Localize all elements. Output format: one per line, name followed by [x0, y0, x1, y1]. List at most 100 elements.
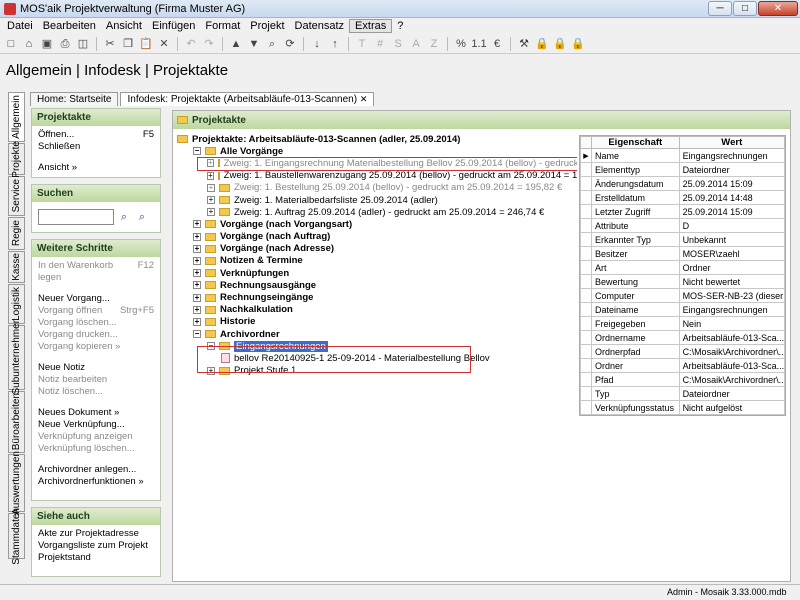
property-row[interactable]: Pfad C:\Mosaik\Archivordner\... [580, 372, 786, 387]
percent-icon[interactable]: % [453, 36, 469, 52]
sort-za-icon[interactable]: ↑ [327, 36, 343, 52]
oeffnen-link[interactable]: Öffnen... F5 [38, 129, 154, 141]
euro-icon[interactable]: € [489, 36, 505, 52]
expand-toggle-icon[interactable]: + [193, 269, 201, 278]
delete-icon[interactable]: ✕ [156, 36, 172, 52]
tree-node[interactable]: + Nachkalkulation [177, 304, 577, 316]
property-row[interactable]: Typ Dateiordner [580, 386, 786, 401]
lock-yellow-icon[interactable]: 🔒 [552, 36, 568, 52]
minimize-button[interactable]: ─ [708, 1, 732, 16]
undo-icon[interactable]: ↶ [183, 36, 199, 52]
menu-0[interactable]: Datei [2, 20, 38, 32]
ansicht-link[interactable]: Ansicht » [38, 162, 154, 174]
tree-node[interactable]: Projektakte: Arbeitsabläufe-013-Scannen … [177, 133, 577, 145]
menu-2[interactable]: Ansicht [101, 20, 147, 32]
property-row[interactable]: Erstelldatum 25.09.2014 14:48 [580, 190, 786, 205]
schritt-link[interactable]: Verknüpfung löschen... [38, 443, 154, 455]
schritt-link[interactable]: Vorgang drucken... [38, 329, 154, 341]
lock-red-icon[interactable]: 🔒 [570, 36, 586, 52]
schritt-link[interactable]: Vorgang kopieren » [38, 341, 154, 353]
schritt-link[interactable]: Neues Dokument » [38, 407, 154, 419]
new-icon[interactable]: □ [3, 36, 19, 52]
siehe-link[interactable]: Akte zur Projektadresse [38, 528, 154, 540]
open-icon[interactable]: ⌂ [21, 36, 37, 52]
lock-blue-icon[interactable]: 🔒 [534, 36, 550, 52]
expand-toggle-icon[interactable]: + [207, 171, 214, 180]
expand-toggle-icon[interactable]: + [207, 183, 215, 192]
expand-toggle-icon[interactable]: + [193, 293, 201, 302]
tree-node[interactable]: + Rechnungseingänge [177, 291, 577, 303]
find-icon[interactable]: ⌕ [116, 209, 132, 225]
refresh-icon[interactable]: ⟳ [282, 36, 298, 52]
tab-projektakte[interactable]: Infodesk: Projektakte (Arbeitsabläufe-01… [120, 92, 375, 106]
tree-node[interactable]: + Vorgänge (nach Auftrag) [177, 231, 577, 243]
tree-node[interactable]: + Rechnungsausgänge [177, 279, 577, 291]
expand-toggle-icon[interactable]: + [193, 281, 201, 290]
search-input[interactable] [38, 209, 114, 225]
expand-toggle-icon[interactable]: + [207, 208, 215, 217]
property-row[interactable]: Bewertung Nicht bewertet [580, 274, 786, 289]
vtab-1[interactable]: Projekte [8, 141, 25, 177]
tab-close-icon[interactable]: ✕ [360, 94, 368, 104]
tree-node[interactable]: + Zweig: 1. Baustellenwarenzugang 25.09.2… [177, 170, 577, 182]
s-icon[interactable]: S [390, 36, 406, 52]
schritt-link[interactable]: Neue Verknüpfung... [38, 419, 154, 431]
cut-icon[interactable]: ✂ [102, 36, 118, 52]
menu-1[interactable]: Bearbeiten [38, 20, 101, 32]
up-icon[interactable]: ▲ [228, 36, 244, 52]
property-row[interactable]: Elementtyp Dateiordner [580, 162, 786, 177]
vtab-6[interactable]: Subunternehmer [8, 320, 25, 395]
sort-az-icon[interactable]: ↓ [309, 36, 325, 52]
schritt-link[interactable]: Vorgang löschen... [38, 317, 154, 329]
expand-toggle-icon[interactable]: + [193, 256, 201, 265]
property-row[interactable]: Computer MOS-SER-NB-23 (dieser ... [580, 288, 786, 303]
property-row[interactable]: Ordner Arbeitsabläufe-013-Sca... [580, 358, 786, 373]
expand-toggle-icon[interactable]: + [193, 305, 201, 314]
menu-6[interactable]: Datensatz [290, 20, 350, 32]
property-row[interactable]: Ordnerpfad C:\Mosaik\Archivordner\... [580, 344, 786, 359]
vtab-3[interactable]: Regie [8, 217, 25, 250]
tree-node[interactable]: + Zweig: 1. Bestellung 25.09.2014 (bellov… [177, 182, 577, 194]
schritt-link[interactable]: Neue Notiz [38, 362, 154, 374]
schritt-link[interactable]: Verknüpfung anzeigen [38, 431, 154, 443]
menu-4[interactable]: Format [200, 20, 245, 32]
schritt-link[interactable]: Notiz löschen... [38, 386, 154, 398]
find-icon[interactable]: ⌕ [264, 36, 280, 52]
menu-7[interactable]: Extras [349, 19, 393, 33]
paste-icon[interactable]: 📋 [138, 36, 154, 52]
menu-3[interactable]: Einfügen [147, 20, 200, 32]
expand-toggle-icon[interactable]: + [193, 220, 201, 229]
schritt-link[interactable]: Archivordnerfunktionen » [38, 476, 154, 488]
vtab-0[interactable]: Allgemein [8, 92, 25, 142]
property-row[interactable]: ▶ Name Eingangsrechnungen [580, 148, 786, 163]
expand-toggle-icon[interactable]: + [193, 232, 201, 241]
siehe-link[interactable]: Projektstand [38, 552, 154, 564]
property-row[interactable]: Erkannter Typ Unbekannt [580, 232, 786, 247]
close-button[interactable]: ✕ [758, 1, 798, 16]
tree-node[interactable]: + Zweig: 1. Materialbedarfsliste 25.09.20… [177, 194, 577, 206]
vtab-5[interactable]: Logistik [8, 284, 25, 324]
expand-toggle-icon[interactable]: − [193, 147, 201, 156]
expand-toggle-icon[interactable]: − [193, 330, 201, 339]
down-icon[interactable]: ▼ [246, 36, 262, 52]
property-row[interactable]: Besitzer MOSER\zaehl [580, 246, 786, 261]
expand-toggle-icon[interactable]: + [207, 196, 215, 205]
vtab-2[interactable]: Service [8, 176, 25, 216]
maximize-button[interactable]: □ [733, 1, 757, 16]
hash-icon[interactable]: # [372, 36, 388, 52]
tree-node[interactable]: − Archivordner [177, 328, 577, 340]
property-row[interactable]: Art Ordner [580, 260, 786, 275]
property-row[interactable]: Verknüpfungsstatus Nicht aufgelöst [580, 400, 786, 415]
copy-icon[interactable]: ❐ [120, 36, 136, 52]
menu-8[interactable]: ? [392, 20, 408, 32]
find-next-icon[interactable]: ⌕ [134, 209, 150, 225]
save-icon[interactable]: ▣ [39, 36, 55, 52]
menu-5[interactable]: Projekt [245, 20, 289, 32]
tools-icon[interactable]: ⚒ [516, 36, 532, 52]
print-icon[interactable]: ⎙ [57, 36, 73, 52]
schritt-link[interactable]: Neuer Vorgang... [38, 293, 154, 305]
schritt-link[interactable]: Notiz bearbeiten [38, 374, 154, 386]
tree-node[interactable]: + Zweig: 1. Auftrag 25.09.2014 (adler) - … [177, 206, 577, 218]
tree-node[interactable]: + Notizen & Termine [177, 255, 577, 267]
property-row[interactable]: Ordnername Arbeitsabläufe-013-Sca... [580, 330, 786, 345]
